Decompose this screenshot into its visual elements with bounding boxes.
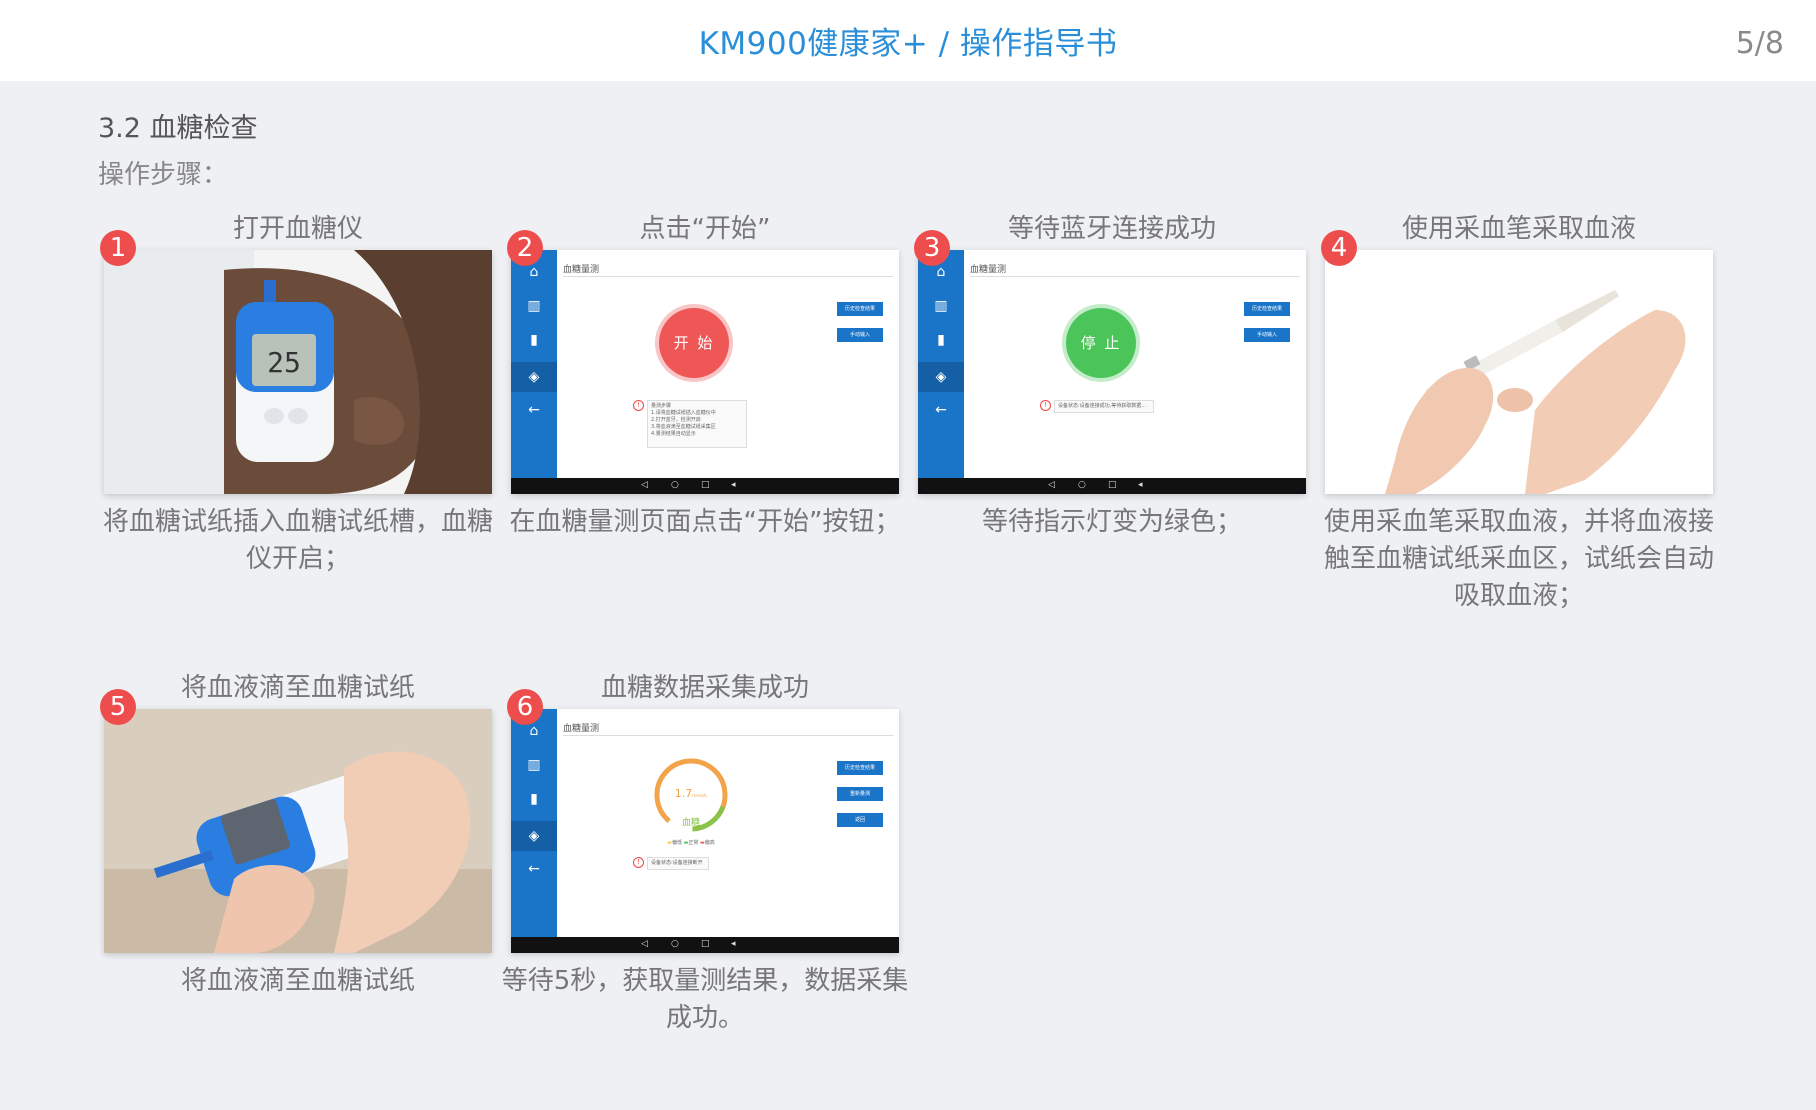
history-button[interactable]: 历史检查结果: [837, 761, 883, 775]
nav-recent-icon[interactable]: □: [701, 480, 710, 490]
back-button[interactable]: 返回: [837, 813, 883, 827]
step-title: 点击“开始”: [639, 214, 771, 244]
status-box: 设备状态:设备连接成功,等待获取数据...: [1054, 400, 1154, 413]
meter-photo-illustration: 25: [104, 250, 492, 494]
back-arrow-icon: ←: [528, 861, 540, 877]
thermometer-icon: ▮: [530, 791, 538, 807]
step-title: 等待蓝牙连接成功: [1007, 214, 1216, 244]
nav-bar: ◁ ○ □ ◂: [511, 937, 899, 953]
tablet-sidebar: ⌂ ▥ ▮ ◈ ←: [511, 250, 557, 478]
nav-back-icon[interactable]: ◁: [641, 480, 648, 490]
blood-strip-photo-illustration: [104, 709, 492, 953]
nav-recent-icon[interactable]: □: [1108, 480, 1117, 490]
step-description: 等待5秒，获取量测结果，数据采集成功。: [501, 966, 909, 1033]
step-title: 将血液滴至血糖试纸: [180, 673, 415, 703]
screen-title: 血糖量测: [970, 265, 1007, 275]
manual-input-button[interactable]: 手动输入: [1244, 328, 1290, 342]
step-description: 等待指示灯变为绿色；: [981, 507, 1242, 537]
chart-icon: ▥: [934, 298, 948, 314]
blood-drop-icon: ◈: [935, 369, 947, 385]
step-description: 将血糖试纸插入血糖试纸槽，血糖仪开启；: [102, 507, 493, 574]
nav-home-icon[interactable]: ○: [1078, 480, 1086, 490]
meter-reading: 25: [267, 346, 301, 379]
page-number: 5/8: [1735, 26, 1784, 61]
history-button[interactable]: 历史检查结果: [1244, 302, 1290, 316]
step-title: 打开血糖仪: [232, 214, 363, 244]
step-title: 使用采血笔采取血液: [1401, 214, 1636, 244]
chart-icon: ▥: [527, 298, 541, 314]
step-badge: 6: [507, 689, 543, 725]
chart-icon: ▥: [527, 757, 541, 773]
step-title: 血糖数据采集成功: [600, 673, 809, 703]
manual-input-button[interactable]: 手动输入: [837, 328, 883, 342]
tablet-sidebar: ⌂ ▥ ▮ ◈ ←: [511, 709, 557, 937]
blood-drop-icon: ◈: [528, 369, 540, 385]
nav-volume-icon[interactable]: ◂: [1138, 480, 1143, 490]
step-badge: 2: [507, 230, 543, 266]
step-badge: 1: [100, 230, 136, 266]
steps-label: 操作步骤：: [98, 160, 229, 190]
tablet-sidebar: ⌂ ▥ ▮ ◈ ←: [918, 250, 964, 478]
step-badge: 5: [100, 689, 136, 725]
info-icon: !: [1040, 400, 1051, 411]
nav-home-icon[interactable]: ○: [671, 480, 679, 490]
step-description: 将血液滴至血糖试纸: [180, 966, 415, 996]
nav-recent-icon[interactable]: □: [701, 939, 710, 949]
info-icon: !: [633, 857, 644, 868]
result-value: 1.7mmol/L: [674, 787, 708, 800]
screen-title: 血糖量测: [563, 724, 600, 734]
thermometer-icon: ▮: [530, 332, 538, 348]
step-image-tablet-stop: ⌂ ▥ ▮ ◈ ← 血糖量测 停 止 历史检查结果 手动输入 ! 设备状态:设备…: [918, 250, 1306, 494]
back-arrow-icon: ←: [528, 402, 540, 418]
status-box: 设备状态:设备连接断开: [647, 857, 709, 870]
result-label: 血糖: [681, 818, 700, 828]
result-legend: ▬偏低 ▬正常 ▬偏高: [667, 840, 715, 846]
nav-home-icon[interactable]: ○: [671, 939, 679, 949]
step-image-blood-strip-photo: [104, 709, 492, 953]
nav-back-icon[interactable]: ◁: [641, 939, 648, 949]
lancet-photo-illustration: [1325, 250, 1713, 494]
step-badge: 4: [1321, 230, 1357, 266]
nav-bar: ◁ ○ □ ◂: [918, 478, 1306, 494]
remeasure-button[interactable]: 重新量测: [837, 787, 883, 801]
history-button[interactable]: 历史检查结果: [837, 302, 883, 316]
header-bar: KM900健康家+ / 操作指导书 5/8: [0, 0, 1816, 81]
step-image-tablet-start: ⌂ ▥ ▮ ◈ ← 血糖量测 开 始 历史检查结果 手动输入 ! 量测步骤 1.…: [511, 250, 899, 494]
back-arrow-icon: ←: [935, 402, 947, 418]
step-image-lancet-photo: [1325, 250, 1713, 494]
start-button[interactable]: 开 始: [659, 308, 729, 378]
step-description: 在血糖量测页面点击“开始”按钮；: [509, 507, 901, 537]
step-image-meter-photo: 25: [104, 250, 492, 494]
tips-box: 量测步骤 1.请将血糖试纸插入血糖仪中 2.打开蓝牙，检测开启 3.将血液滴至血…: [647, 400, 747, 448]
blood-drop-icon: ◈: [528, 828, 540, 844]
nav-back-icon[interactable]: ◁: [1048, 480, 1055, 490]
thermometer-icon: ▮: [937, 332, 945, 348]
step-badge: 3: [914, 230, 950, 266]
step-image-tablet-result: ⌂ ▥ ▮ ◈ ← 血糖量测 1.7mmol/L 血糖 ▬偏低 ▬正常 ▬偏高 …: [511, 709, 899, 953]
document-title: KM900健康家+ / 操作指导书: [698, 26, 1118, 62]
section-title: 3.2 血糖检查: [98, 113, 258, 144]
info-icon: !: [633, 400, 644, 411]
nav-volume-icon[interactable]: ◂: [731, 939, 736, 949]
nav-bar: ◁ ○ □ ◂: [511, 478, 899, 494]
nav-volume-icon[interactable]: ◂: [731, 480, 736, 490]
step-description: 使用采血笔采取血液，并将血液接触至血糖试纸采血区，试纸会自动吸取血液；: [1323, 507, 1714, 611]
screen-title: 血糖量测: [563, 265, 600, 275]
stop-button[interactable]: 停 止: [1066, 308, 1136, 378]
